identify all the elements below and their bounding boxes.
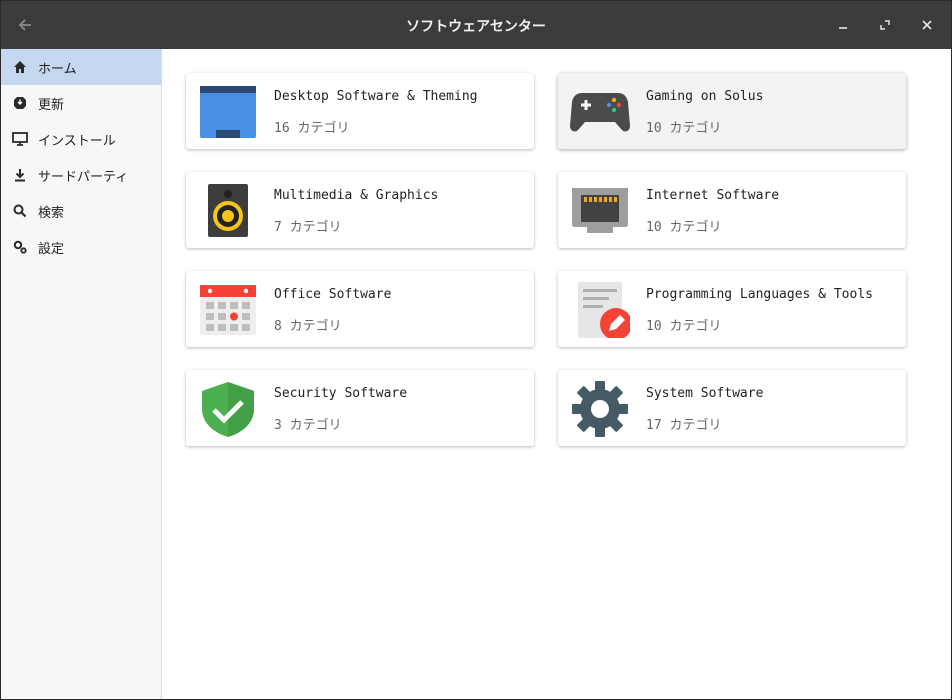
sidebar-item-home[interactable]: ホーム <box>1 49 161 85</box>
gamepad-icon <box>570 84 630 140</box>
app-window: ソフトウェアセンター ホーム 更新 インストール サードパーティ 検索 設定 D… <box>0 0 952 700</box>
window-title: ソフトウェアセンター <box>406 19 546 35</box>
shield-check-icon <box>198 381 258 437</box>
sidebar-item-label: インストール <box>38 133 116 149</box>
category-card-gaming[interactable]: Gaming on Solus 10 カテゴリ <box>558 73 906 149</box>
gear-icon <box>570 381 630 437</box>
desktop-icon <box>198 84 258 140</box>
category-card-system[interactable]: System Software 17 カテゴリ <box>558 370 906 446</box>
minimize-icon <box>839 27 847 29</box>
sidebar-item-label: サードパーティ <box>38 169 129 185</box>
sidebar-item-search[interactable]: 検索 <box>1 193 161 229</box>
category-card-internet[interactable]: Internet Software 10 カテゴリ <box>558 172 906 248</box>
sidebar-item-settings[interactable]: 設定 <box>1 229 161 265</box>
category-count: 10 カテゴリ <box>646 220 722 235</box>
category-card-office[interactable]: Office Software 8 カテゴリ <box>186 271 534 347</box>
speaker-icon <box>198 183 258 239</box>
calendar-icon <box>198 282 258 338</box>
sidebar-item-updates[interactable]: 更新 <box>1 85 161 121</box>
sidebar-item-label: 設定 <box>38 241 65 257</box>
maximize-icon <box>880 20 890 30</box>
category-name: Programming Languages & Tools <box>646 287 873 302</box>
category-count: 10 カテゴリ <box>646 121 722 136</box>
category-name: System Software <box>646 386 764 401</box>
sidebar-item-third-party[interactable]: サードパーティ <box>1 157 161 193</box>
category-name: Desktop Software & Theming <box>274 89 478 104</box>
minimize-button[interactable] <box>831 13 855 37</box>
category-card-programming[interactable]: Programming Languages & Tools 10 カテゴリ <box>558 271 906 347</box>
category-name: Security Software <box>274 386 408 401</box>
code-edit-icon <box>570 282 632 340</box>
category-name: Office Software <box>274 287 392 302</box>
search-icon <box>11 202 29 220</box>
category-count: 17 カテゴリ <box>646 418 722 433</box>
sidebar-item-label: 検索 <box>38 205 65 221</box>
sidebar: ホーム 更新 インストール サードパーティ 検索 設定 <box>1 49 162 699</box>
category-name: Gaming on Solus <box>646 89 764 104</box>
titlebar: ソフトウェアセンター <box>1 1 951 49</box>
sidebar-item-label: ホーム <box>38 61 77 77</box>
category-grid: Desktop Software & Theming 16 カテゴリ Gamin… <box>162 49 951 699</box>
category-count: 8 カテゴリ <box>274 319 342 334</box>
home-icon <box>11 58 29 76</box>
sidebar-item-label: 更新 <box>38 97 65 113</box>
update-icon <box>11 94 29 112</box>
monitor-icon <box>11 130 29 148</box>
download-icon <box>11 166 29 184</box>
ethernet-icon <box>570 183 630 239</box>
settings-icon <box>11 238 29 256</box>
category-name: Internet Software <box>646 188 780 203</box>
category-card-security[interactable]: Security Software 3 カテゴリ <box>186 370 534 446</box>
category-card-multimedia[interactable]: Multimedia & Graphics 7 カテゴリ <box>186 172 534 248</box>
category-count: 3 カテゴリ <box>274 418 342 433</box>
close-button[interactable] <box>915 13 939 37</box>
category-name: Multimedia & Graphics <box>274 188 439 203</box>
category-count: 16 カテゴリ <box>274 121 350 136</box>
close-icon <box>922 20 932 30</box>
category-count: 7 カテゴリ <box>274 220 342 235</box>
maximize-button[interactable] <box>873 13 897 37</box>
category-card-desktop[interactable]: Desktop Software & Theming 16 カテゴリ <box>186 73 534 149</box>
category-count: 10 カテゴリ <box>646 319 722 334</box>
sidebar-item-installed[interactable]: インストール <box>1 121 161 157</box>
